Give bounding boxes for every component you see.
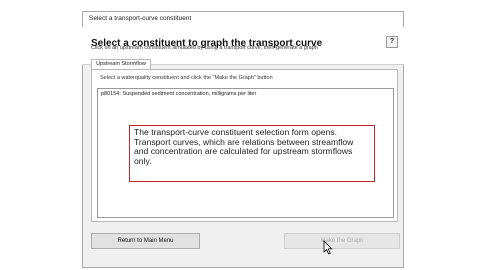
help-button[interactable]: ? [386, 36, 398, 48]
return-to-main-menu-button[interactable]: Return to Main Menu [91, 233, 200, 249]
mouse-pointer-icon [323, 240, 333, 255]
tab-upstream-stormflow[interactable]: Upstream Stormflow [91, 59, 151, 69]
window-title: Select a transport-curve constituent [89, 15, 192, 22]
make-the-graph-button[interactable]: Make the Graph [284, 233, 400, 249]
list-item[interactable]: p80154: Suspended sediment concentration… [101, 91, 256, 97]
annotation-callout: The transport-curve constituent selectio… [129, 125, 375, 182]
title-bar: Select a transport-curve constituent [83, 12, 403, 28]
panel-instruction: Select a waterquality constituent and cl… [100, 75, 273, 81]
instruction-text: Click on an upstream constituent simulat… [91, 45, 318, 51]
